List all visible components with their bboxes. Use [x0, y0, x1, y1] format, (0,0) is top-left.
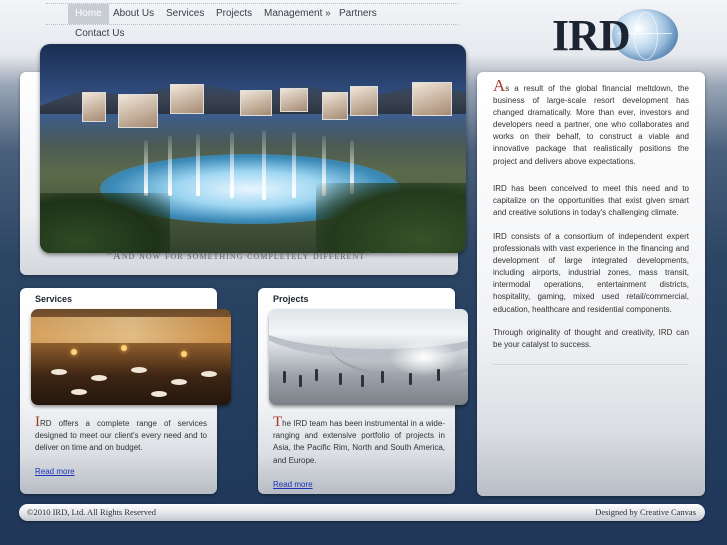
intro-drop-cap: A — [493, 76, 506, 95]
footer-copyright: ©2010 IRD, Ltd. All Rights Reserved — [27, 507, 156, 517]
projects-image — [269, 309, 468, 405]
intro-paragraph-1-text: s a result of the global financial meltd… — [493, 84, 689, 166]
nav-item-contact-us[interactable]: Contact Us — [75, 28, 124, 40]
services-text-body: RD offers a complete range of services d… — [35, 419, 207, 453]
ird-logo[interactable]: IRD — [548, 6, 688, 64]
nav-item-projects[interactable]: Projects — [216, 4, 252, 24]
projects-text: The IRD team has been instrumental in a … — [273, 414, 445, 467]
services-text: IRD offers a complete range of services … — [35, 415, 207, 455]
logo-text: IRD — [552, 11, 631, 60]
nav-bottom-divider — [46, 24, 458, 25]
nav-item-services[interactable]: Services — [166, 4, 204, 24]
footer-credit[interactable]: Designed by Creative Canvas — [595, 507, 696, 517]
nav-item-about-us[interactable]: About Us — [113, 4, 154, 24]
services-read-more-link[interactable]: Read more — [35, 467, 75, 476]
intro-paragraph-2: IRD has been conceived to meet this need… — [493, 184, 689, 218]
intro-paragraph-1: As a result of the global financial melt… — [493, 77, 689, 168]
hero-tagline: “And now for something completely differ… — [107, 250, 371, 262]
projects-title: Projects — [273, 294, 309, 304]
intro-paragraph-4: Through originality of thought and creat… — [493, 328, 689, 350]
projects-text-body: he IRD team has been instrumental in a w… — [273, 419, 445, 465]
nav-item-home[interactable]: Home — [68, 4, 109, 24]
projects-drop-cap: T — [273, 414, 283, 430]
nav-item-management[interactable]: Management » — [264, 4, 331, 24]
services-image — [31, 309, 231, 405]
nav-item-partners[interactable]: Partners — [339, 4, 377, 24]
intro-divider — [493, 364, 689, 365]
hero-image — [40, 44, 466, 253]
intro-paragraph-3: IRD consists of a consortium of independ… — [493, 232, 689, 314]
projects-read-more-link[interactable]: Read more — [273, 480, 313, 489]
services-title: Services — [35, 294, 73, 304]
